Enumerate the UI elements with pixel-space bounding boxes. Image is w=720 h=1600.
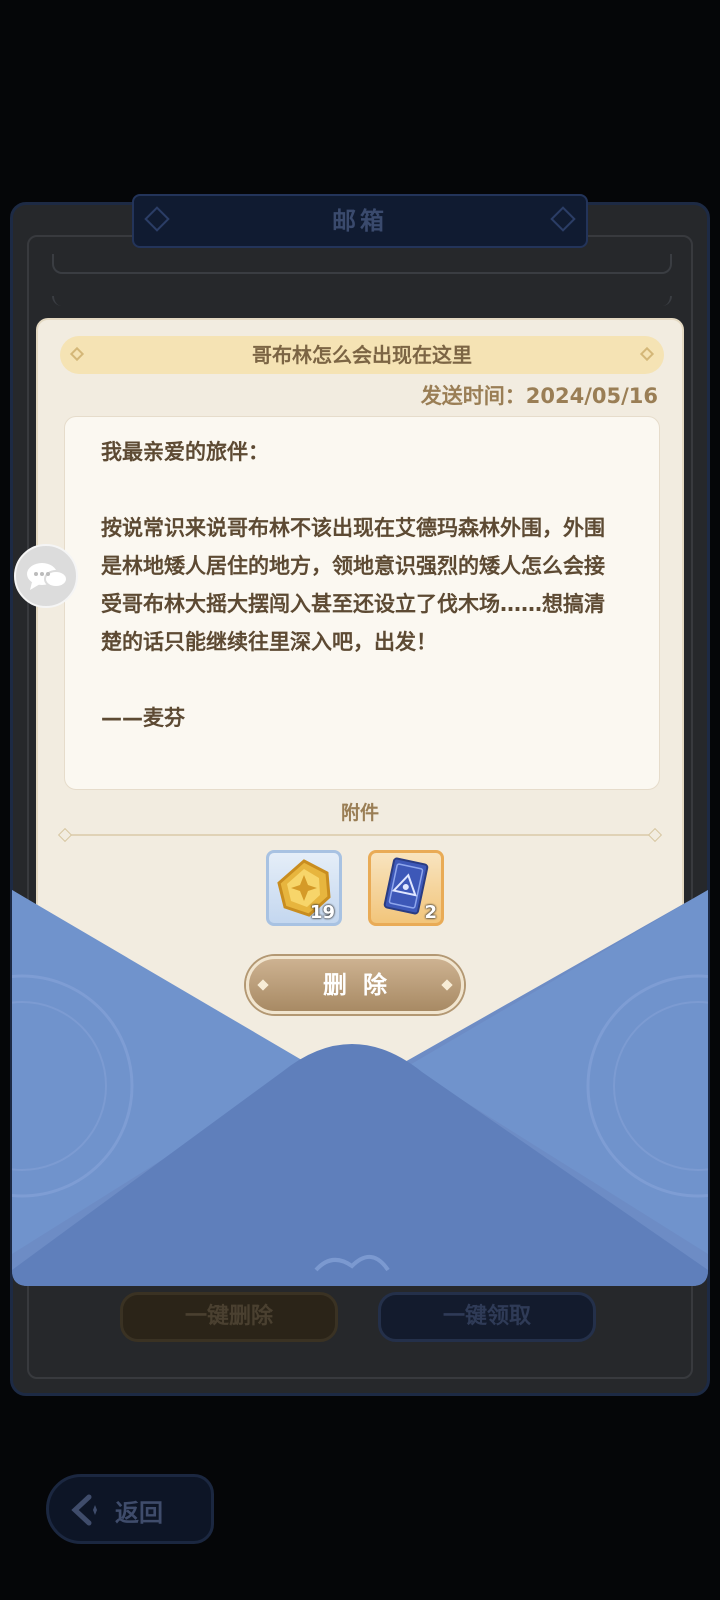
mail-subject: 哥布林怎么会出现在这里 (252, 343, 472, 367)
attachments-label: 附件 (340, 802, 379, 824)
diamond-ornament-icon (550, 206, 576, 232)
mail-signature: ——麦芬 (101, 706, 185, 730)
mail-list-row[interactable] (52, 296, 672, 306)
claim-all-button[interactable]: 一键领取 (378, 1292, 596, 1342)
mail-body: 按说常识来说哥布林不该出现在艾德玛森林外围，外围是林地矮人居住的地方，领地意识强… (101, 516, 605, 654)
mail-list-row[interactable] (52, 254, 672, 274)
diamond-ornament-icon (647, 827, 663, 843)
mail-send-time: 发送时间：2024/05/16 (420, 384, 658, 408)
envelope-front (12, 890, 708, 1286)
back-label: 返回 (115, 1499, 163, 1527)
attachments-divider (66, 834, 654, 836)
diamond-ornament-icon (69, 346, 85, 362)
diamond-ornament-icon (639, 346, 655, 362)
mail-content: 我最亲爱的旅伴： 按说常识来说哥布林不该出现在艾德玛森林外围，外围是林地矮人居住… (64, 416, 660, 790)
mail-subject-bar: 哥布林怎么会出现在这里 (60, 336, 664, 374)
mailbox-title: 邮箱 (332, 207, 388, 235)
mail-greeting: 我最亲爱的旅伴： (101, 440, 269, 464)
diamond-ornament-icon (144, 206, 170, 232)
back-button[interactable]: 返回 (46, 1474, 214, 1544)
back-arrow-icon (71, 1494, 97, 1526)
chat-icon (27, 563, 68, 590)
diamond-ornament-icon (57, 827, 73, 843)
mailbox-title-plate: 邮箱 (132, 194, 588, 248)
delete-all-button[interactable]: 一键删除 (120, 1292, 338, 1342)
chat-bubble-button[interactable] (14, 544, 78, 608)
